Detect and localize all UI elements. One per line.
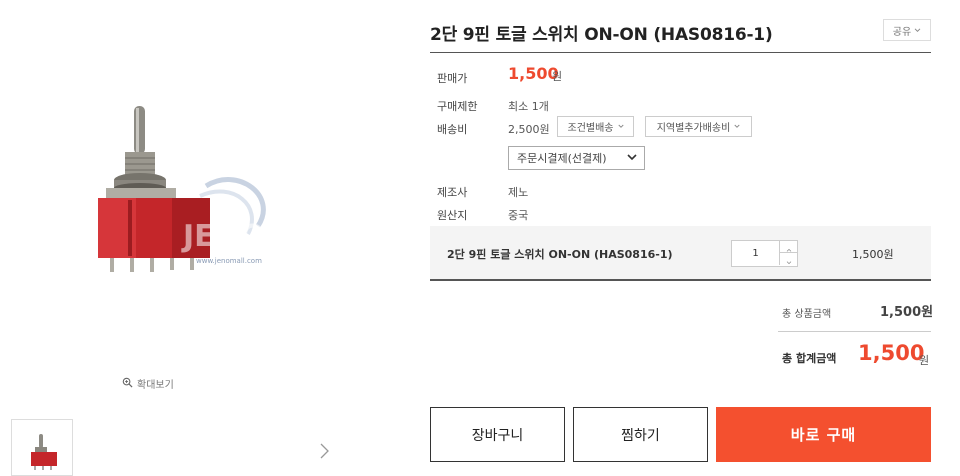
total-unit: 원 bbox=[919, 354, 930, 367]
subtotal-value: 1,500원 bbox=[880, 305, 934, 320]
shipping-payment-select[interactable]: 주문시결제(선결제) bbox=[508, 146, 645, 170]
limit-label: 구매제한 bbox=[437, 100, 478, 113]
product-main-image[interactable]: JENO www.jenomall.com bbox=[88, 96, 278, 286]
subtotal-label: 총 상품금액 bbox=[782, 309, 832, 320]
add-to-cart-button[interactable]: 장바구니 bbox=[430, 407, 565, 462]
wishlist-button[interactable]: 찜하기 bbox=[573, 407, 708, 462]
buy-now-button[interactable]: 바로 구매 bbox=[716, 407, 931, 462]
magnifier-icon bbox=[122, 377, 133, 391]
quantity-decrease-button[interactable] bbox=[779, 253, 797, 265]
chevron-down-icon bbox=[734, 121, 740, 132]
origin-label: 원산지 bbox=[437, 209, 468, 222]
product-title: 2단 9핀 토글 스위치 ON-ON (HAS0816-1) bbox=[430, 25, 773, 45]
share-label: 공유 bbox=[892, 26, 912, 38]
title-divider bbox=[430, 52, 931, 53]
shipping-condition-label: 조건별배송 bbox=[567, 123, 614, 134]
zoom-button[interactable]: 확대보기 bbox=[122, 376, 174, 391]
zoom-label: 확대보기 bbox=[137, 380, 174, 391]
option-divider bbox=[430, 279, 931, 281]
quantity-stepper bbox=[731, 240, 798, 267]
shipping-region-button[interactable]: 지역별추가배송비 bbox=[645, 116, 752, 137]
share-button[interactable]: 공유 bbox=[883, 19, 931, 41]
chevron-down-icon bbox=[627, 152, 637, 162]
chevron-down-icon bbox=[786, 250, 792, 269]
shipping-condition-button[interactable]: 조건별배송 bbox=[557, 116, 634, 137]
chevron-right-icon[interactable] bbox=[318, 442, 330, 460]
origin-value: 중국 bbox=[508, 209, 529, 222]
limit-value: 최소 1개 bbox=[508, 100, 549, 113]
chevron-down-icon bbox=[617, 121, 624, 132]
quantity-input[interactable] bbox=[732, 241, 779, 266]
total-label: 총 합계금액 bbox=[782, 352, 837, 365]
price-label: 판매가 bbox=[437, 72, 468, 85]
total-value: 1,500 bbox=[858, 341, 925, 365]
option-name: 2단 9핀 토글 스위치 ON-ON (HAS0816-1) bbox=[447, 248, 673, 261]
price-unit: 원 bbox=[552, 70, 563, 83]
chevron-down-icon bbox=[914, 25, 921, 36]
shipping-region-label: 지역별추가배송비 bbox=[656, 123, 731, 134]
maker-value: 제노 bbox=[508, 186, 529, 199]
option-price: 1,500원 bbox=[852, 248, 894, 261]
shipping-payment-value: 주문시결제(선결제) bbox=[517, 152, 607, 165]
summary-divider bbox=[778, 331, 931, 332]
shipping-label: 배송비 bbox=[437, 123, 468, 136]
maker-label: 제조사 bbox=[437, 186, 468, 199]
thumbnail-image[interactable] bbox=[11, 419, 73, 476]
shipping-value: 2,500원 bbox=[508, 123, 550, 136]
watermark-url: www.jenomall.com bbox=[196, 257, 262, 265]
watermark-text: JENO bbox=[181, 219, 265, 254]
